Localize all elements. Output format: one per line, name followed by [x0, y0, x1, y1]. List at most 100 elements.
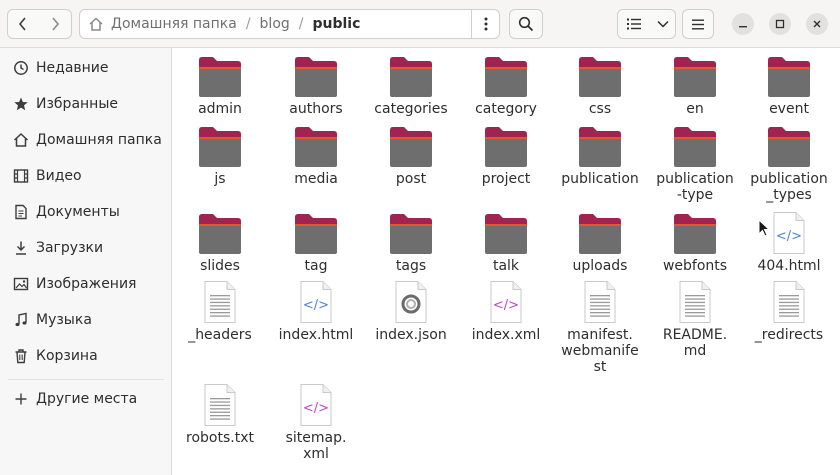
file-name-label: slides — [200, 258, 240, 274]
list-view-button[interactable] — [617, 9, 651, 39]
file-name-label: index.json — [375, 327, 447, 343]
folder-item[interactable]: talk — [458, 213, 554, 274]
folder-icon — [579, 214, 621, 254]
sidebar-item-label: Другие места — [36, 391, 138, 407]
folder-item[interactable]: publication -type — [647, 126, 743, 203]
image-icon — [12, 275, 30, 293]
back-button[interactable] — [7, 9, 39, 39]
sidebar-item-favorites[interactable]: Избранные — [0, 87, 171, 121]
file-item[interactable]: robots.txt — [172, 383, 268, 446]
folder-icon — [768, 57, 810, 97]
xml-file-icon: </> — [490, 281, 522, 323]
file-name-label: uploads — [572, 258, 628, 274]
file-name-label: robots.txt — [186, 430, 254, 446]
folder-icon — [768, 127, 810, 167]
file-item[interactable]: _redirects — [741, 280, 837, 343]
maximize-button[interactable] — [769, 13, 791, 35]
film-icon — [12, 167, 30, 185]
file-item[interactable]: _headers — [172, 280, 268, 343]
file-name-label: publication _types — [750, 171, 828, 203]
close-icon — [813, 20, 821, 28]
folder-item[interactable]: tag — [268, 213, 364, 274]
list-view-icon — [627, 18, 641, 30]
folder-item[interactable]: tags — [363, 213, 459, 274]
file-item[interactable]: </> index.html — [268, 280, 364, 343]
sidebar-item-documents[interactable]: Документы — [0, 195, 171, 229]
sidebar-item-label: Избранные — [36, 96, 118, 112]
folder-item[interactable]: publication — [552, 126, 648, 187]
file-name-label: media — [294, 171, 338, 187]
folder-icon — [390, 57, 432, 97]
music-icon — [12, 311, 30, 329]
download-icon — [12, 239, 30, 257]
text-file-icon — [773, 281, 805, 323]
folder-item[interactable]: webfonts — [647, 213, 743, 274]
breadcrumb-home[interactable]: Домашняя папка — [111, 16, 237, 32]
folder-item[interactable]: slides — [172, 213, 268, 274]
file-name-label: tag — [304, 258, 328, 274]
file-item[interactable]: </> sitemap. xml — [268, 383, 364, 462]
path-menu-button[interactable] — [471, 10, 499, 38]
search-button[interactable] — [509, 9, 543, 39]
file-item[interactable]: </> 404.html — [741, 211, 837, 274]
file-item[interactable]: manifest. webmanife st — [552, 280, 648, 375]
header-bar: Домашняя папка / blog / public — [0, 0, 840, 48]
file-name-label: category — [475, 101, 537, 117]
folder-icon — [295, 57, 337, 97]
close-button[interactable] — [806, 13, 828, 35]
folder-icon — [295, 127, 337, 167]
file-name-label: 404.html — [757, 258, 821, 274]
folder-item[interactable]: publication _types — [741, 126, 837, 203]
folder-item[interactable]: en — [647, 56, 743, 117]
folder-icon — [390, 127, 432, 167]
forward-button[interactable] — [38, 9, 72, 39]
sidebar-item-videos[interactable]: Видео — [0, 159, 171, 193]
document-icon — [12, 203, 30, 221]
view-options-button[interactable] — [650, 9, 676, 39]
sidebar-item-label: Загрузки — [36, 240, 104, 256]
file-name-label: publication -type — [656, 171, 734, 203]
path-bar[interactable]: Домашняя папка / blog / public — [79, 9, 500, 39]
sidebar-item-home[interactable]: Домашняя папка — [0, 123, 171, 157]
mouse-cursor-icon — [758, 219, 770, 237]
folder-item[interactable]: category — [458, 56, 554, 117]
svg-text:</>: </> — [303, 401, 329, 416]
file-name-label: tags — [395, 258, 427, 274]
file-name-label: project — [481, 171, 531, 187]
folder-item[interactable]: authors — [268, 56, 364, 117]
sidebar-item-label: Корзина — [36, 348, 98, 364]
sidebar-item-other-locations[interactable]: Другие места — [0, 382, 171, 416]
folder-item[interactable]: post — [363, 126, 459, 187]
main-menu-button[interactable] — [682, 9, 714, 39]
maximize-icon — [775, 19, 785, 29]
file-name-label: event — [769, 101, 809, 117]
file-item[interactable]: README. md — [647, 280, 743, 359]
folder-item[interactable]: categories — [363, 56, 459, 117]
breadcrumb-public[interactable]: public — [313, 16, 361, 32]
folder-item[interactable]: event — [741, 56, 837, 117]
folder-icon — [199, 214, 241, 254]
file-name-label: talk — [492, 258, 520, 274]
file-item[interactable]: index.json — [363, 280, 459, 343]
folder-item[interactable]: project — [458, 126, 554, 187]
file-name-label: post — [395, 171, 427, 187]
folder-item[interactable]: css — [552, 56, 648, 117]
folder-item[interactable]: uploads — [552, 213, 648, 274]
minimize-button[interactable] — [732, 13, 754, 35]
html-file-icon: </> — [773, 212, 805, 254]
sidebar-item-pictures[interactable]: Изображения — [0, 267, 171, 301]
sidebar-item-recent[interactable]: Недавние — [0, 51, 171, 85]
file-item[interactable]: </> index.xml — [458, 280, 554, 343]
sidebar-item-downloads[interactable]: Загрузки — [0, 231, 171, 265]
sidebar-item-trash[interactable]: Корзина — [0, 339, 171, 373]
folder-icon — [579, 57, 621, 97]
file-name-label: en — [686, 101, 704, 117]
file-name-label: categories — [374, 101, 448, 117]
folder-icon — [674, 57, 716, 97]
sidebar-item-music[interactable]: Музыка — [0, 303, 171, 337]
folder-item[interactable]: js — [172, 126, 268, 187]
folder-item[interactable]: media — [268, 126, 364, 187]
breadcrumb-blog[interactable]: blog — [260, 16, 290, 32]
breadcrumb-separator: / — [298, 16, 304, 32]
folder-item[interactable]: admin — [172, 56, 268, 117]
